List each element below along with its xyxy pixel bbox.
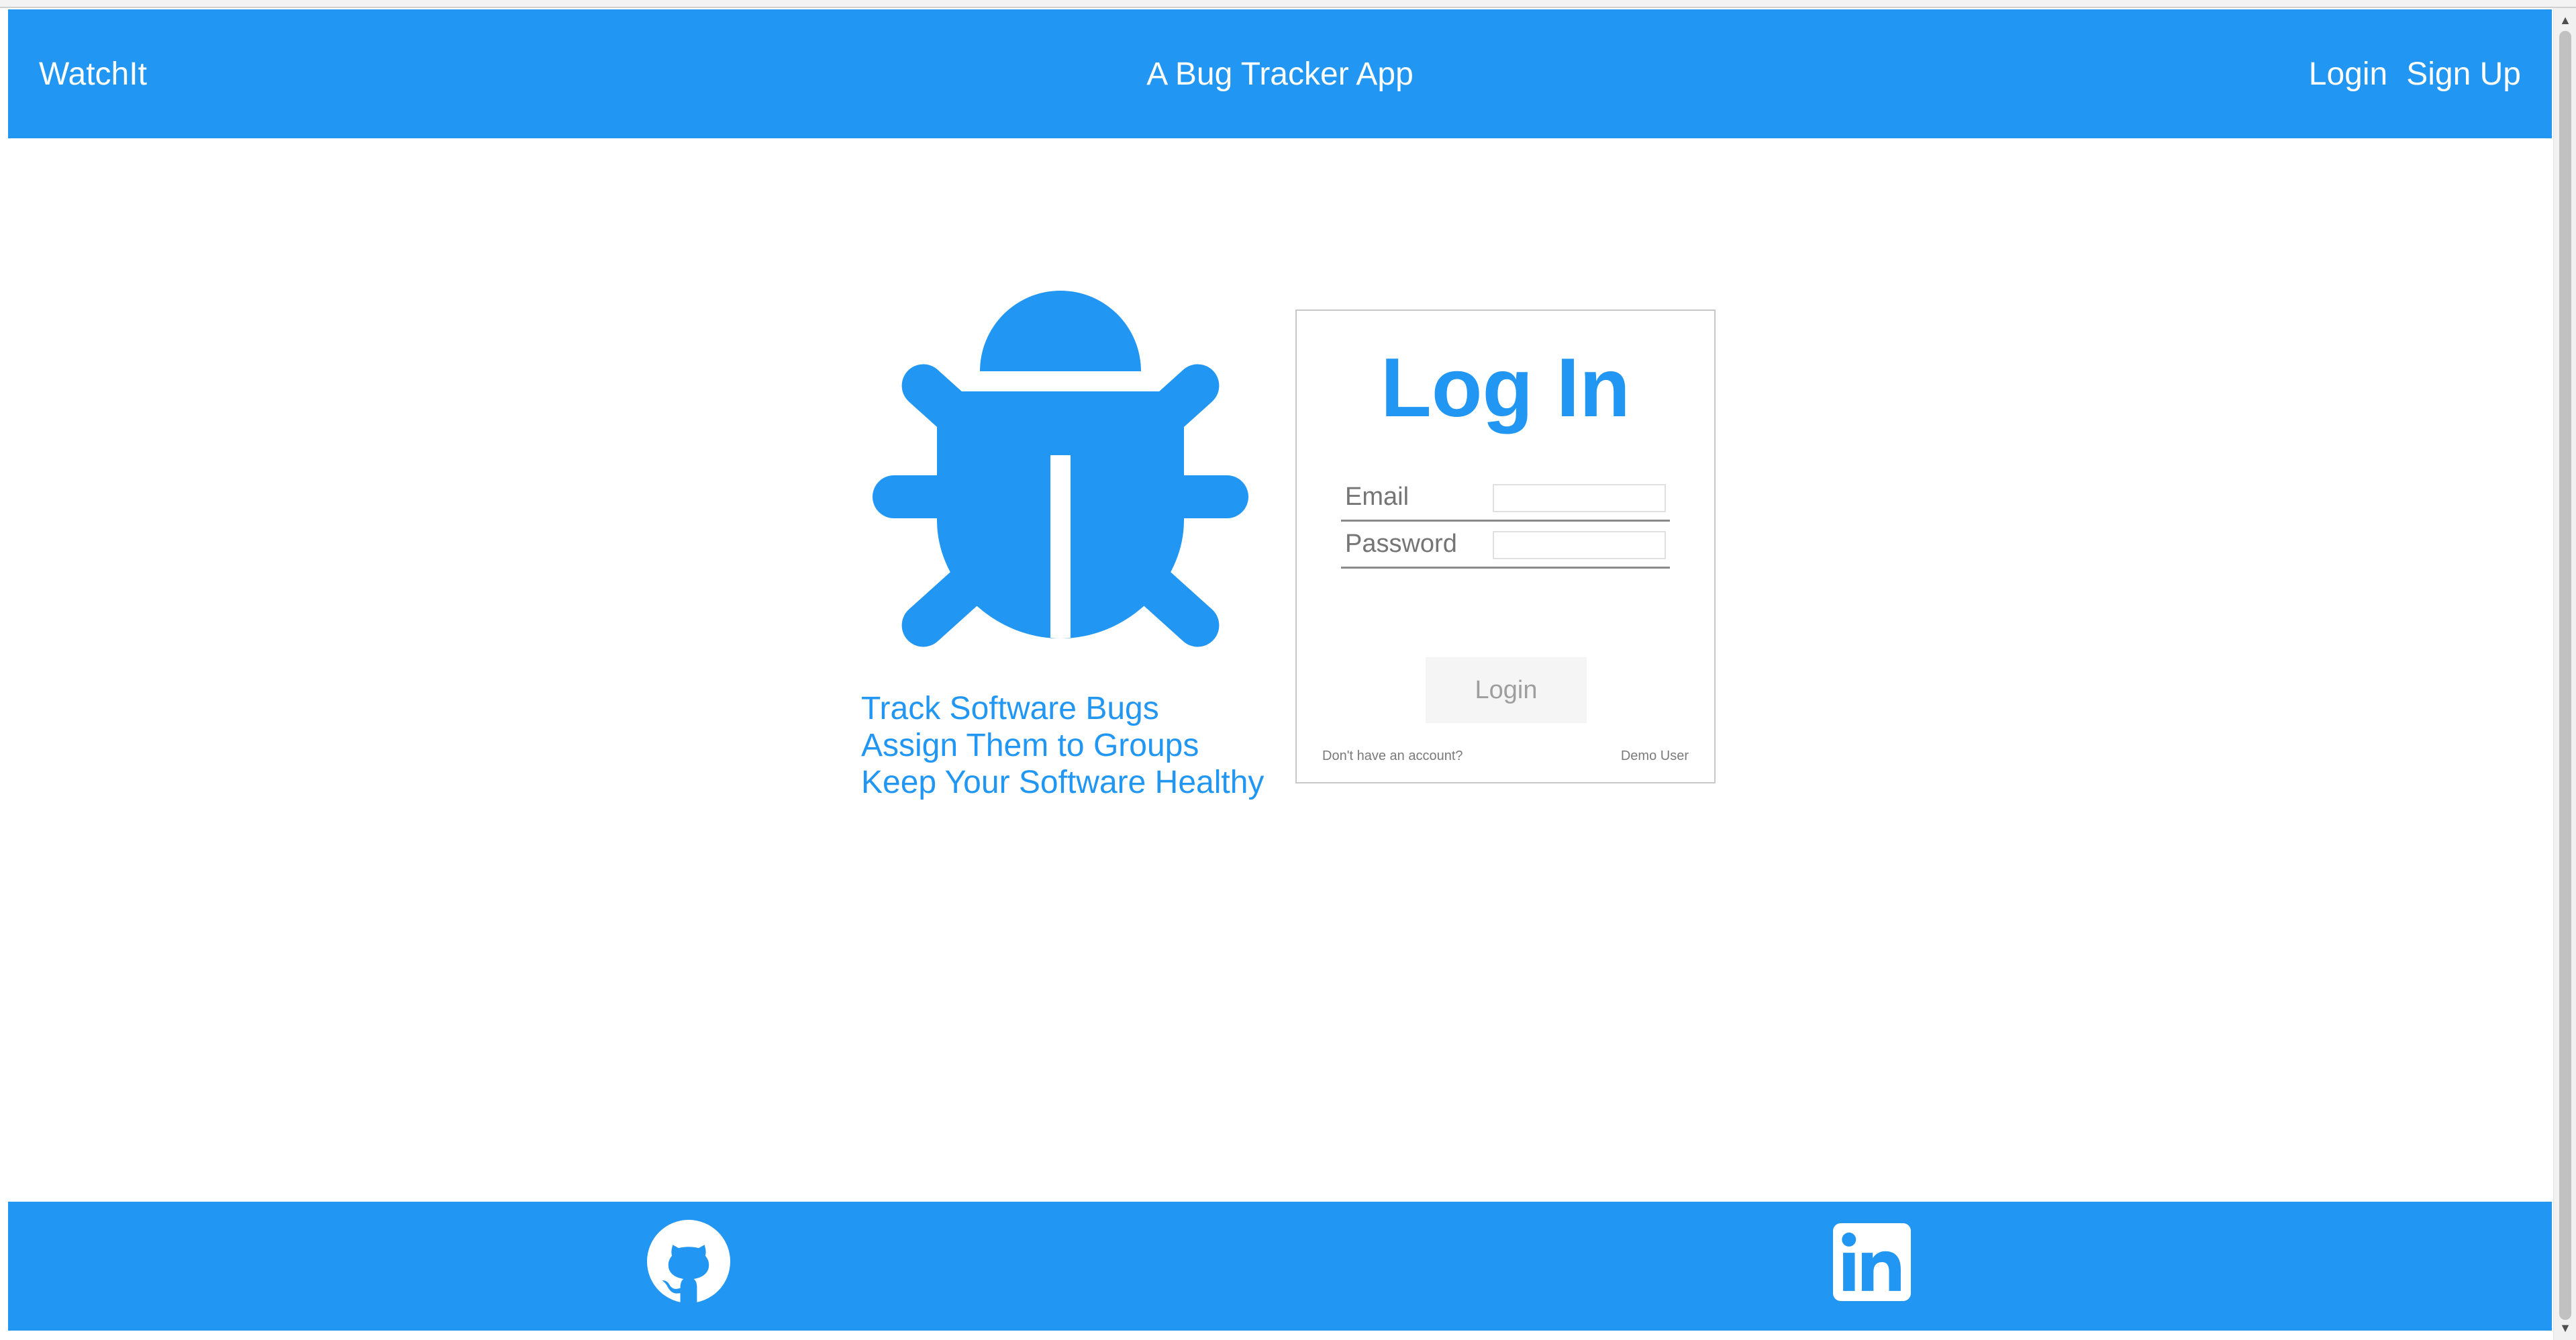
nav-links: Login Sign Up: [2309, 9, 2521, 138]
hero-taglines: Track Software Bugs Assign Them to Group…: [861, 690, 1264, 801]
scroll-down-arrow-icon[interactable]: ▼: [2554, 1319, 2576, 1337]
browser-top-edge: [0, 0, 2576, 8]
demo-user-link[interactable]: Demo User: [1621, 749, 1689, 764]
email-label: Email: [1345, 483, 1409, 511]
scroll-up-arrow-icon[interactable]: ▲: [2554, 11, 2576, 30]
app-subtitle: A Bug Tracker App: [1146, 56, 1414, 92]
nav-login-link[interactable]: Login: [2309, 56, 2387, 93]
password-label: Password: [1345, 530, 1457, 558]
signup-prompt-link[interactable]: Don't have an account?: [1322, 749, 1463, 764]
page: WatchIt A Bug Tracker App Login Sign Up …: [0, 0, 2576, 1340]
email-row: Email: [1341, 475, 1670, 522]
scroll-thumb[interactable]: [2559, 31, 2571, 1320]
github-icon[interactable]: [647, 1220, 730, 1303]
login-submit-button[interactable]: Login: [1426, 657, 1587, 723]
tagline-healthy: Keep Your Software Healthy: [861, 765, 1265, 800]
tagline-track: Track Software Bugs: [861, 691, 1159, 726]
linkedin-icon[interactable]: [1833, 1223, 1911, 1301]
navbar: WatchIt A Bug Tracker App Login Sign Up: [8, 9, 2552, 138]
tagline-assign: Assign Them to Groups: [861, 728, 1199, 763]
email-field[interactable]: [1493, 484, 1666, 512]
password-field[interactable]: [1493, 531, 1666, 559]
bug-icon: [873, 291, 1248, 647]
vertical-scrollbar[interactable]: ▲ ▼: [2553, 8, 2576, 1340]
nav-signup-link[interactable]: Sign Up: [2406, 56, 2521, 93]
password-row: Password: [1341, 522, 1670, 569]
footer: [8, 1202, 2552, 1331]
login-card: Log In Email Password Login Don't have a…: [1295, 309, 1716, 783]
login-title: Log In: [1381, 342, 1630, 434]
